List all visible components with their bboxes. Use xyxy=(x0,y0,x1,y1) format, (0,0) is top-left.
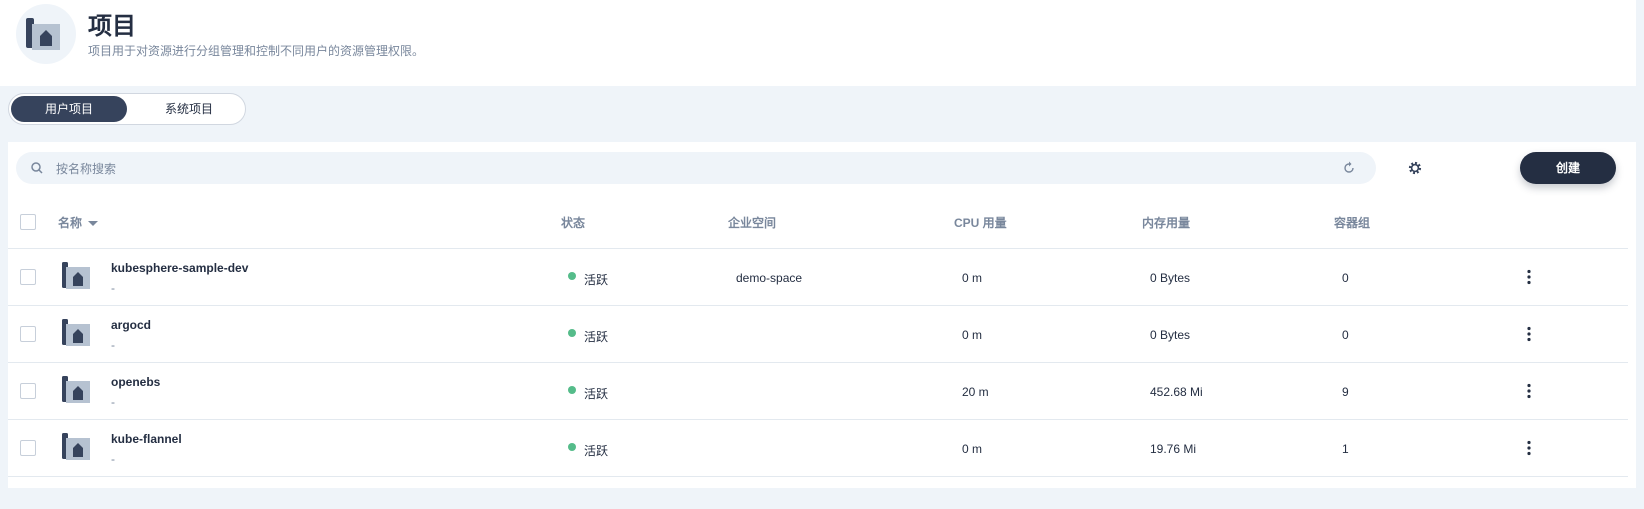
column-header-cpu: CPU 用量 xyxy=(954,216,1007,230)
column-header-status: 状态 xyxy=(561,216,586,230)
row-checkbox[interactable] xyxy=(20,326,36,342)
page-header: 项目 项目用于对资源进行分组管理和控制不同用户的资源管理权限。 xyxy=(0,0,1636,86)
row-checkbox[interactable] xyxy=(20,383,36,399)
pods-count-cell: 1 xyxy=(1342,442,1349,456)
more-options-icon[interactable] xyxy=(1520,439,1538,457)
page-description: 项目用于对资源进行分组管理和控制不同用户的资源管理权限。 xyxy=(88,44,425,58)
status-label: 活跃 xyxy=(584,444,609,458)
project-type-tabs: 用户项目 系统项目 xyxy=(8,93,246,125)
tab-user-projects[interactable]: 用户项目 xyxy=(11,96,127,122)
sort-arrow-icon[interactable] xyxy=(88,221,99,227)
column-header-memory: 内存用量 xyxy=(1142,216,1191,230)
status-cell: 活跃 xyxy=(568,328,608,345)
memory-usage-cell: 452.68 Mi xyxy=(1150,385,1203,399)
refresh-button[interactable] xyxy=(1336,155,1362,181)
project-description: - xyxy=(111,452,115,466)
pods-count-cell: 9 xyxy=(1342,385,1349,399)
status-label: 活跃 xyxy=(584,273,609,287)
table-row: kube-flannel - 活跃 0 m 19.76 Mi 1 xyxy=(8,420,1628,477)
table-header: 名称 状态 企业空间 CPU 用量 内存用量 容器组 xyxy=(8,196,1628,249)
project-name-link[interactable]: kube-flannel xyxy=(111,432,182,446)
more-options-icon[interactable] xyxy=(1520,382,1538,400)
gear-icon xyxy=(1408,161,1422,175)
status-cell: 活跃 xyxy=(568,442,608,459)
search-bar[interactable] xyxy=(16,152,1376,186)
memory-usage-cell: 0 Bytes xyxy=(1150,271,1191,285)
project-icon xyxy=(62,376,90,403)
status-cell: 活跃 xyxy=(568,385,608,402)
scrollbar[interactable] xyxy=(1636,0,1644,509)
tab-system-projects[interactable]: 系统项目 xyxy=(131,96,247,122)
memory-usage-cell: 19.76 Mi xyxy=(1150,442,1197,456)
project-name-link[interactable]: openebs xyxy=(111,375,160,389)
project-name-link[interactable]: kubesphere-sample-dev xyxy=(111,261,248,275)
project-description: - xyxy=(111,395,115,409)
pods-count-cell: 0 xyxy=(1342,271,1349,285)
project-description: - xyxy=(111,338,115,352)
status-dot xyxy=(568,385,576,394)
project-icon xyxy=(62,262,90,289)
cpu-usage-cell: 0 m xyxy=(962,271,983,285)
cpu-usage-cell: 20 m xyxy=(962,385,989,399)
table-toolbar: 创建 xyxy=(8,142,1636,196)
page-title: 项目 xyxy=(88,13,136,40)
column-name-label: 名称 xyxy=(58,216,83,230)
pods-count-cell: 0 xyxy=(1342,328,1349,342)
row-checkbox[interactable] xyxy=(20,269,36,285)
table-row: argocd - 活跃 0 m 0 Bytes 0 xyxy=(8,306,1628,363)
table-row: openebs - 活跃 20 m 452.68 Mi 9 xyxy=(8,363,1628,420)
cpu-usage-cell: 0 m xyxy=(962,442,983,456)
status-label: 活跃 xyxy=(584,387,609,401)
refresh-icon xyxy=(1344,161,1354,173)
status-label: 活跃 xyxy=(584,330,609,344)
status-dot xyxy=(568,328,576,337)
status-dot xyxy=(568,271,576,280)
status-cell: 活跃 xyxy=(568,271,608,288)
workspace-cell: demo-space xyxy=(736,271,803,285)
more-options-icon[interactable] xyxy=(1520,268,1538,286)
search-input[interactable] xyxy=(54,152,1358,186)
project-icon xyxy=(62,319,90,346)
cpu-usage-cell: 0 m xyxy=(962,328,983,342)
search-icon xyxy=(31,162,43,174)
table-row: kubesphere-sample-dev - 活跃 demo-space 0 … xyxy=(8,249,1628,306)
column-header-workspace: 企业空间 xyxy=(728,216,777,230)
row-checkbox[interactable] xyxy=(20,440,36,456)
status-dot xyxy=(568,442,576,451)
column-header-name[interactable]: 名称 xyxy=(58,214,99,231)
project-icon xyxy=(16,4,76,64)
settings-button[interactable] xyxy=(1402,155,1428,181)
more-options-icon[interactable] xyxy=(1520,325,1538,343)
project-icon xyxy=(62,433,90,460)
memory-usage-cell: 0 Bytes xyxy=(1150,328,1191,342)
column-header-pods: 容器组 xyxy=(1334,216,1371,230)
create-button[interactable]: 创建 xyxy=(1520,152,1616,184)
projects-table: 名称 状态 企业空间 CPU 用量 内存用量 容器组 kubesphere-sa… xyxy=(8,196,1636,488)
select-all-checkbox[interactable] xyxy=(20,214,36,230)
project-description: - xyxy=(111,281,115,295)
project-name-link[interactable]: argocd xyxy=(111,318,151,332)
